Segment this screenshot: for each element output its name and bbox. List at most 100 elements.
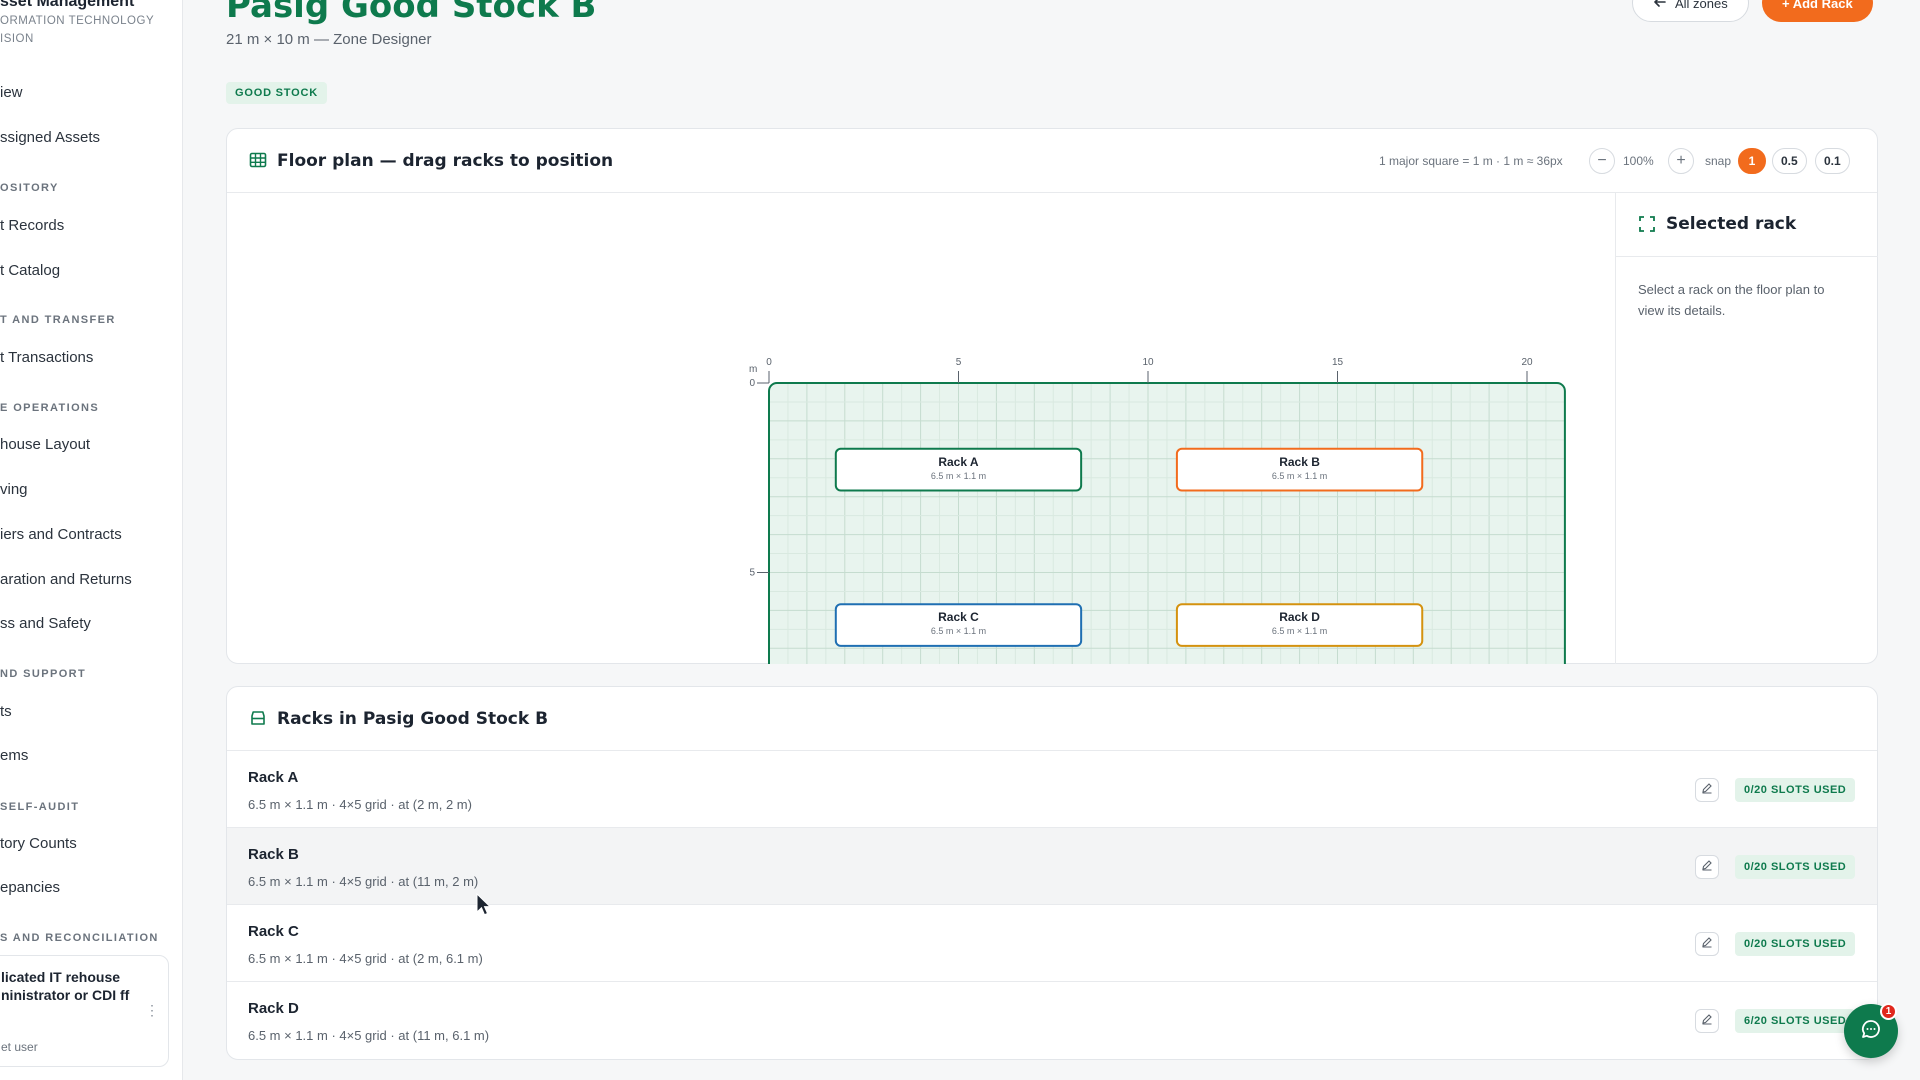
selected-rack-header: Selected rack	[1616, 193, 1878, 257]
user-name: licated IT rehouse ninistrator or CDI ff	[1, 969, 130, 1003]
sidebar-item-asset-transactions[interactable]: t Transactions	[0, 349, 93, 366]
zoom-out-button[interactable]: −	[1589, 148, 1615, 174]
brand-title: sset Management	[0, 0, 135, 10]
sidebar-item-overview[interactable]: iew	[0, 84, 23, 101]
sidebar-section-reconciliation: S AND RECONCILIATION	[0, 932, 159, 944]
edit-rack-button[interactable]	[1695, 855, 1719, 879]
sidebar-item-inventory-counts[interactable]: tory Counts	[0, 835, 77, 852]
y-tick-label: 5	[749, 568, 755, 579]
chat-notification-badge: 1	[1880, 1003, 1897, 1020]
page-title: Pasig Good Stock B	[226, 0, 597, 26]
rack-block-dims: 6.5 m × 1.1 m	[931, 471, 986, 481]
slots-used-badge: 6/20 SLOTS USED	[1735, 1009, 1856, 1033]
racks-list-title: Racks in Pasig Good Stock B	[277, 709, 549, 729]
grid-icon	[249, 151, 267, 169]
selected-rack-empty-text: Select a rack on the floor plan to view …	[1638, 282, 1825, 318]
sidebar-section-support: ND SUPPORT	[0, 668, 87, 680]
zoom-in-button[interactable]: +	[1668, 148, 1694, 174]
x-tick-label: 5	[956, 357, 962, 368]
rack-block-name: Rack C	[938, 610, 979, 624]
sidebar-item-assigned-assets[interactable]: ssigned Assets	[0, 129, 100, 146]
mouse-cursor-icon	[476, 892, 492, 922]
sidebar-item-tickets[interactable]: ts	[0, 703, 12, 720]
table-row[interactable]: Rack D 6.5 m × 1.1 m · 4×5 grid · at (11…	[227, 982, 1877, 1059]
sidebar-item-problems[interactable]: ems	[0, 747, 28, 764]
sidebar-section-warehouse-operations: E OPERATIONS	[0, 402, 100, 414]
edit-rack-button[interactable]	[1695, 778, 1719, 802]
rack-meta: 6.5 m × 1.1 m · 4×5 grid · at (11 m, 6.1…	[248, 1028, 490, 1043]
snap-option-1[interactable]: 1	[1738, 148, 1766, 174]
brand-subtitle: ORMATION TECHNOLOGY ISION	[0, 15, 154, 45]
table-row[interactable]: Rack C 6.5 m × 1.1 m · 4×5 grid · at (2 …	[227, 905, 1877, 982]
archive-icon	[249, 709, 267, 727]
rack-block-rack-c[interactable]: Rack C 6.5 m × 1.1 m	[834, 603, 1083, 647]
selected-rack-panel: Selected rack Select a rack on the floor…	[1615, 193, 1878, 664]
selected-rack-title: Selected rack	[1666, 214, 1797, 234]
add-rack-button[interactable]: + Add Rack	[1762, 0, 1873, 22]
rack-meta: 6.5 m × 1.1 m · 4×5 grid · at (2 m, 2 m)	[248, 797, 472, 812]
pencil-icon	[1701, 1012, 1713, 1030]
floor-plan-canvas[interactable]: m051015200510Rack A6.5 m × 1.1 mRack B6.…	[227, 193, 1615, 768]
rack-block-name: Rack D	[1279, 610, 1320, 624]
x-tick-label: 20	[1521, 357, 1533, 368]
rack-block-name: Rack A	[938, 455, 979, 469]
rack-name: Rack A	[248, 769, 299, 786]
rack-block-dims: 6.5 m × 1.1 m	[931, 626, 986, 636]
snap-option-0-1[interactable]: 0.1	[1815, 148, 1850, 174]
edit-rack-button[interactable]	[1695, 932, 1719, 956]
expand-frame-icon	[1638, 215, 1656, 233]
pencil-icon	[1701, 858, 1713, 876]
user-role: et user	[1, 1040, 38, 1054]
racks-list-card: Racks in Pasig Good Stock B Rack A 6.5 m…	[226, 686, 1878, 1060]
rack-block-name: Rack B	[1279, 455, 1320, 469]
rack-block-rack-b[interactable]: Rack B 6.5 m × 1.1 m	[1175, 447, 1424, 492]
racks-list-header: Racks in Pasig Good Stock B	[227, 687, 1877, 751]
rack-block-dims: 6.5 m × 1.1 m	[1272, 626, 1327, 636]
page-subtitle: 21 m × 10 m — Zone Designer	[226, 31, 432, 48]
chat-bubble-icon	[1860, 1018, 1882, 1045]
rack-block-rack-d[interactable]: Rack D 6.5 m × 1.1 m	[1175, 603, 1424, 647]
sidebar-item-suppliers-contracts[interactable]: iers and Contracts	[0, 526, 122, 543]
floor-plan-card: Floor plan — drag racks to position 1 ma…	[226, 128, 1878, 768]
slots-used-badge: 0/20 SLOTS USED	[1735, 932, 1856, 956]
edit-rack-button[interactable]	[1695, 1009, 1719, 1033]
slots-used-badge: 0/20 SLOTS USED	[1735, 855, 1856, 879]
sidebar-item-asset-records[interactable]: t Records	[0, 217, 64, 234]
rack-block-dims: 6.5 m × 1.1 m	[1272, 471, 1327, 481]
rack-name: Rack B	[248, 846, 299, 863]
sidebar-item-access-safety[interactable]: ss and Safety	[0, 615, 91, 632]
pencil-icon	[1701, 935, 1713, 953]
floor-plan-title: Floor plan — drag racks to position	[277, 151, 614, 171]
zoom-level: 100%	[1623, 154, 1654, 168]
scale-note: 1 major square = 1 m · 1 m ≈ 36px	[1379, 154, 1563, 168]
rack-meta: 6.5 m × 1.1 m · 4×5 grid · at (2 m, 6.1 …	[248, 951, 483, 966]
sidebar-section-self-audit: SELF-AUDIT	[0, 801, 80, 813]
sidebar-item-asset-catalog[interactable]: t Catalog	[0, 262, 60, 279]
floor-plan-canvas-area: m051015200510Rack A6.5 m × 1.1 mRack B6.…	[227, 193, 1615, 768]
snap-option-0-5[interactable]: 0.5	[1772, 148, 1807, 174]
y-tick-label: 0	[749, 378, 755, 389]
rack-name: Rack C	[248, 923, 299, 940]
sidebar-item-discrepancies[interactable]: epancies	[0, 879, 60, 896]
user-card[interactable]: licated IT rehouse ninistrator or CDI ff…	[0, 955, 169, 1067]
zone-type-badge: GOOD STOCK	[226, 82, 327, 104]
rack-block-rack-a[interactable]: Rack A 6.5 m × 1.1 m	[834, 447, 1083, 492]
sidebar-item-receiving[interactable]: ving	[0, 481, 28, 498]
all-zones-label: All zones	[1675, 0, 1728, 11]
table-row[interactable]: Rack A 6.5 m × 1.1 m · 4×5 grid · at (2 …	[227, 751, 1877, 828]
table-row[interactable]: Rack B 6.5 m × 1.1 m · 4×5 grid · at (11…	[227, 828, 1877, 905]
x-tick-label: 15	[1332, 357, 1344, 368]
snap-label: snap	[1705, 154, 1732, 168]
x-tick-label: 10	[1142, 357, 1154, 368]
sidebar-section-repository: OSITORY	[0, 182, 59, 194]
rack-meta: 6.5 m × 1.1 m · 4×5 grid · at (11 m, 2 m…	[248, 874, 479, 889]
all-zones-button[interactable]: All zones	[1632, 0, 1749, 22]
user-menu-button[interactable]: ⋮	[145, 1002, 159, 1019]
sidebar-item-warehouse-layout[interactable]: house Layout	[0, 436, 90, 453]
x-tick-label: 0	[766, 357, 772, 368]
pencil-icon	[1701, 781, 1713, 799]
sidebar-item-separation-returns[interactable]: aration and Returns	[0, 571, 132, 588]
slots-used-badge: 0/20 SLOTS USED	[1735, 778, 1856, 802]
sidebar-section-transfer: T AND TRANSFER	[0, 314, 116, 326]
arrow-left-icon	[1653, 0, 1667, 12]
